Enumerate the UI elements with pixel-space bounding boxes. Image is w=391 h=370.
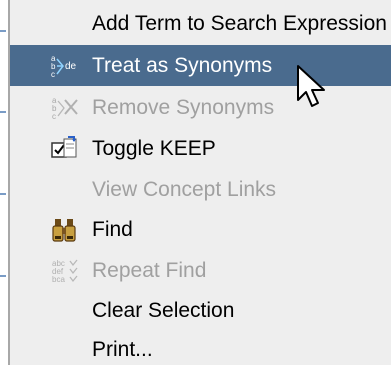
context-menu: Add Term to Search Expression a b c de T… <box>8 0 391 365</box>
menu-item-treat-as-synonyms[interactable]: a b c de Treat as Synonyms <box>10 45 391 86</box>
menu-item-view-concept-links: View Concept Links <box>10 169 391 210</box>
menu-item-label: Remove Synonyms <box>92 95 275 119</box>
menu-item-toggle-keep[interactable]: Toggle KEEP <box>10 128 391 169</box>
toggle-keep-icon <box>50 135 80 163</box>
repeat-find-icon: abc def bca <box>50 257 80 285</box>
svg-text:de: de <box>65 61 77 72</box>
menu-item-find[interactable]: Find <box>10 209 391 250</box>
menu-item-label: Clear Selection <box>92 298 235 322</box>
menu-item-clear-selection[interactable]: Clear Selection <box>10 290 391 331</box>
menu-item-repeat-find: abc def bca Repeat Find <box>10 250 391 291</box>
menu-item-label: Print... <box>92 337 153 361</box>
remove-synonyms-icon: a b c <box>50 94 80 122</box>
binoculars-icon <box>50 216 80 244</box>
grid-line <box>0 275 6 277</box>
grid-line <box>0 30 6 32</box>
menu-item-remove-synonyms: a b c Remove Synonyms <box>10 87 391 128</box>
menu-item-add-term[interactable]: Add Term to Search Expression <box>10 3 391 44</box>
mouse-pointer-icon <box>296 64 330 112</box>
synonyms-abcde-icon: a b c de <box>50 52 80 80</box>
grid-line <box>0 193 6 195</box>
menu-item-print[interactable]: Print... <box>10 329 391 370</box>
menu-item-label: Find <box>92 217 133 241</box>
svg-text:bca: bca <box>52 275 65 284</box>
menu-item-label: Add Term to Search Expression <box>92 11 387 35</box>
grid-line <box>0 111 6 113</box>
menu-item-label: Repeat Find <box>92 258 207 282</box>
svg-text:c: c <box>51 70 55 79</box>
menu-item-label: View Concept Links <box>92 177 277 201</box>
svg-text:c: c <box>52 112 56 121</box>
menu-item-label: Toggle KEEP <box>92 136 216 160</box>
menu-item-label: Treat as Synonyms <box>92 53 273 77</box>
